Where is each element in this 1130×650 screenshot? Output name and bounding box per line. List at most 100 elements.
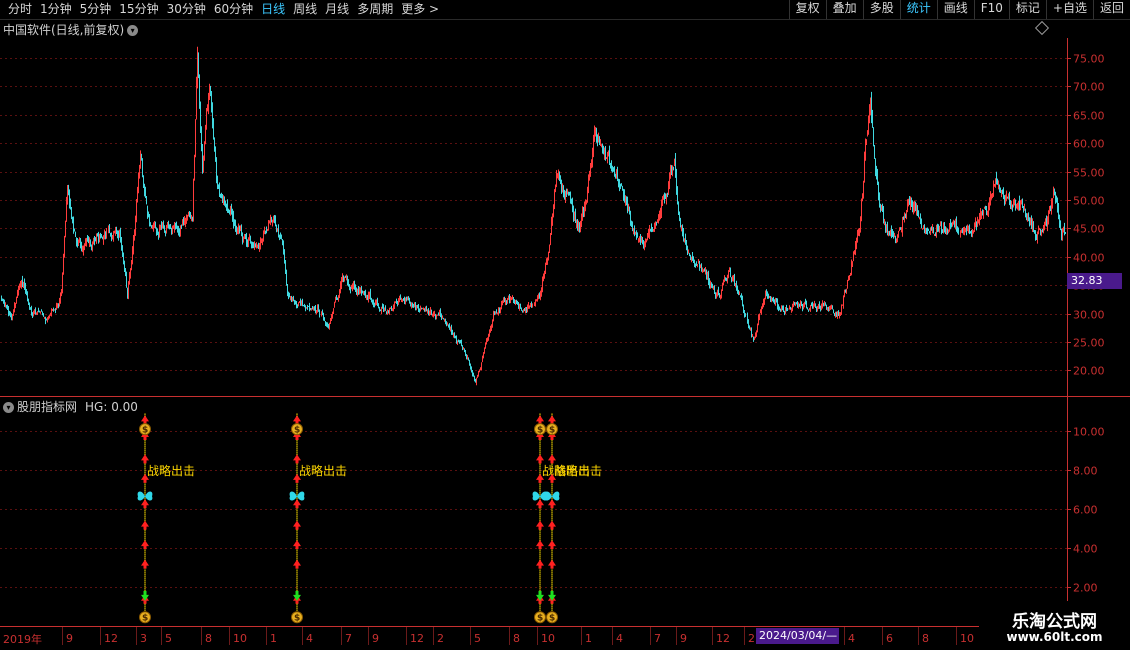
- stock-chart[interactable]: 75.00 70.00 65.00 60.00 55.00 50.00 45.00 40.00…: [0, 20, 1130, 650]
- tab-period-0[interactable]: 分时: [4, 1, 36, 18]
- up-arrow-icon: [293, 454, 301, 464]
- tool-button-6[interactable]: 标记: [1008, 0, 1046, 19]
- y-tick-label: 6.00: [1073, 504, 1098, 517]
- watermark: 乐淘公式网 www.60lt.com: [979, 601, 1130, 650]
- tool-button-4[interactable]: 画线: [936, 0, 974, 19]
- tab-period-9[interactable]: 多周期: [353, 1, 397, 18]
- main-chart-title: 中国软件(日线,前复权) ▾: [3, 21, 139, 38]
- tab-period-5[interactable]: 60分钟: [210, 1, 257, 18]
- x-tick-label: 7: [654, 632, 661, 645]
- up-arrow-icon: [548, 520, 556, 530]
- x-tick-label: 10: [541, 632, 555, 645]
- up-arrow-icon: [548, 559, 556, 569]
- y-tick-label: 2.00: [1073, 582, 1098, 595]
- right-toolbar: 复权 叠加 多股 统计 画线 F10 标记 +自选 返回: [788, 0, 1130, 19]
- up-arrow-icon: [141, 454, 149, 464]
- y-tick-label: 45.00: [1073, 223, 1105, 236]
- up-arrow-icon: [141, 559, 149, 569]
- sub-chart-title: ▾ 股朋指标网 HG: 0.00: [3, 398, 138, 415]
- tool-button-3[interactable]: 统计: [899, 0, 937, 19]
- butterfly-icon: [532, 491, 540, 501]
- chevron-down-icon[interactable]: ▾: [127, 25, 139, 36]
- y-tick-label: 60.00: [1073, 138, 1105, 151]
- period-tabs: 分时 1分钟 5分钟 15分钟 30分钟 60分钟 日线 周线 月线 多周期 更多 >: [4, 1, 443, 18]
- tab-period-7[interactable]: 周线: [289, 1, 321, 18]
- up-arrow-icon: [536, 520, 544, 530]
- x-tick-label: 5: [165, 632, 172, 645]
- up-arrow-icon: [141, 540, 149, 550]
- y-tick-label: 65.00: [1073, 110, 1105, 123]
- up-arrow-icon: [536, 415, 544, 425]
- y-tick-label: 55.00: [1073, 167, 1105, 180]
- hg-value: HG: 0.00: [85, 400, 138, 414]
- x-tick-label: 4: [848, 632, 855, 645]
- butterfly-icon: [145, 491, 153, 501]
- up-arrow-icon: [141, 520, 149, 530]
- chevron-down-icon[interactable]: ▾: [3, 402, 14, 413]
- y-tick-label: 75.00: [1073, 53, 1105, 66]
- tab-period-3[interactable]: 15分钟: [115, 1, 162, 18]
- x-tick-label: 12: [104, 632, 118, 645]
- money-bag-symbol: $: [537, 426, 543, 436]
- up-arrow-icon: [141, 499, 149, 509]
- x-tick-label: 12: [410, 632, 424, 645]
- x-tick-label: 9: [680, 632, 687, 645]
- tool-button-2[interactable]: 多股: [862, 0, 900, 19]
- money-bag-symbol: $: [549, 426, 555, 436]
- up-arrow-icon: [293, 415, 301, 425]
- y-tick-label: 10.00: [1073, 426, 1105, 439]
- butterfly-icon: [137, 491, 145, 501]
- current-price-tag: 32.83: [1067, 273, 1122, 289]
- tool-button-5[interactable]: F10: [973, 0, 1009, 19]
- tool-button-0[interactable]: 复权: [788, 0, 826, 19]
- tab-period-2[interactable]: 5分钟: [76, 1, 116, 18]
- butterfly-icon: [289, 491, 297, 501]
- x-tick-label: 8: [513, 632, 520, 645]
- money-bag-symbol: $: [142, 614, 148, 624]
- up-arrow-icon: [293, 499, 301, 509]
- x-tick-label: 3: [140, 632, 147, 645]
- money-bag-symbol: $: [537, 614, 543, 624]
- y-tick-label: 20.00: [1073, 365, 1105, 378]
- x-tick-label: 1: [270, 632, 277, 645]
- x-tick-label: 10: [233, 632, 247, 645]
- x-tick-label: 8: [205, 632, 212, 645]
- up-arrow-icon: [548, 454, 556, 464]
- y-tick-label: 30.00: [1073, 309, 1105, 322]
- cursor-date-tag: 2024/03/04/—: [756, 628, 839, 644]
- tool-button-8[interactable]: 返回: [1092, 0, 1130, 19]
- watermark-title: 乐淘公式网: [1012, 612, 1097, 632]
- x-tick-label: 9: [66, 632, 73, 645]
- x-tick-label: 4: [306, 632, 313, 645]
- tab-period-1[interactable]: 1分钟: [36, 1, 76, 18]
- money-bag-symbol: $: [294, 614, 300, 624]
- y-tick-label: 25.00: [1073, 337, 1105, 350]
- tab-period-6[interactable]: 日线: [257, 1, 289, 18]
- signal-text: 战略出击: [554, 463, 602, 478]
- up-arrow-icon: [536, 559, 544, 569]
- x-tick-label: 4: [616, 632, 623, 645]
- tool-button-7[interactable]: +自选: [1045, 0, 1093, 19]
- signal-text: 战略出击: [299, 463, 347, 478]
- butterfly-icon: [297, 491, 305, 501]
- x-tick-label: 7: [345, 632, 352, 645]
- x-tick-label: 6: [886, 632, 893, 645]
- tab-period-10[interactable]: 更多 >: [397, 1, 443, 18]
- up-arrow-icon: [536, 499, 544, 509]
- up-arrow-icon: [548, 415, 556, 425]
- tool-button-1[interactable]: 叠加: [825, 0, 863, 19]
- x-tick-label: 9: [372, 632, 379, 645]
- up-arrow-icon: [536, 454, 544, 464]
- x-tick-label: 8: [922, 632, 929, 645]
- tab-period-8[interactable]: 月线: [321, 1, 353, 18]
- y-tick-label: 70.00: [1073, 81, 1105, 94]
- y-tick-label: 50.00: [1073, 195, 1105, 208]
- tab-period-4[interactable]: 30分钟: [163, 1, 210, 18]
- money-bag-symbol: $: [294, 426, 300, 436]
- money-bag-symbol: $: [142, 426, 148, 436]
- up-arrow-icon: [548, 499, 556, 509]
- x-tick-label: 5: [474, 632, 481, 645]
- x-axis-year-label: 2019年: [3, 633, 42, 646]
- butterfly-icon: [544, 491, 552, 501]
- x-tick-label: 1: [585, 632, 592, 645]
